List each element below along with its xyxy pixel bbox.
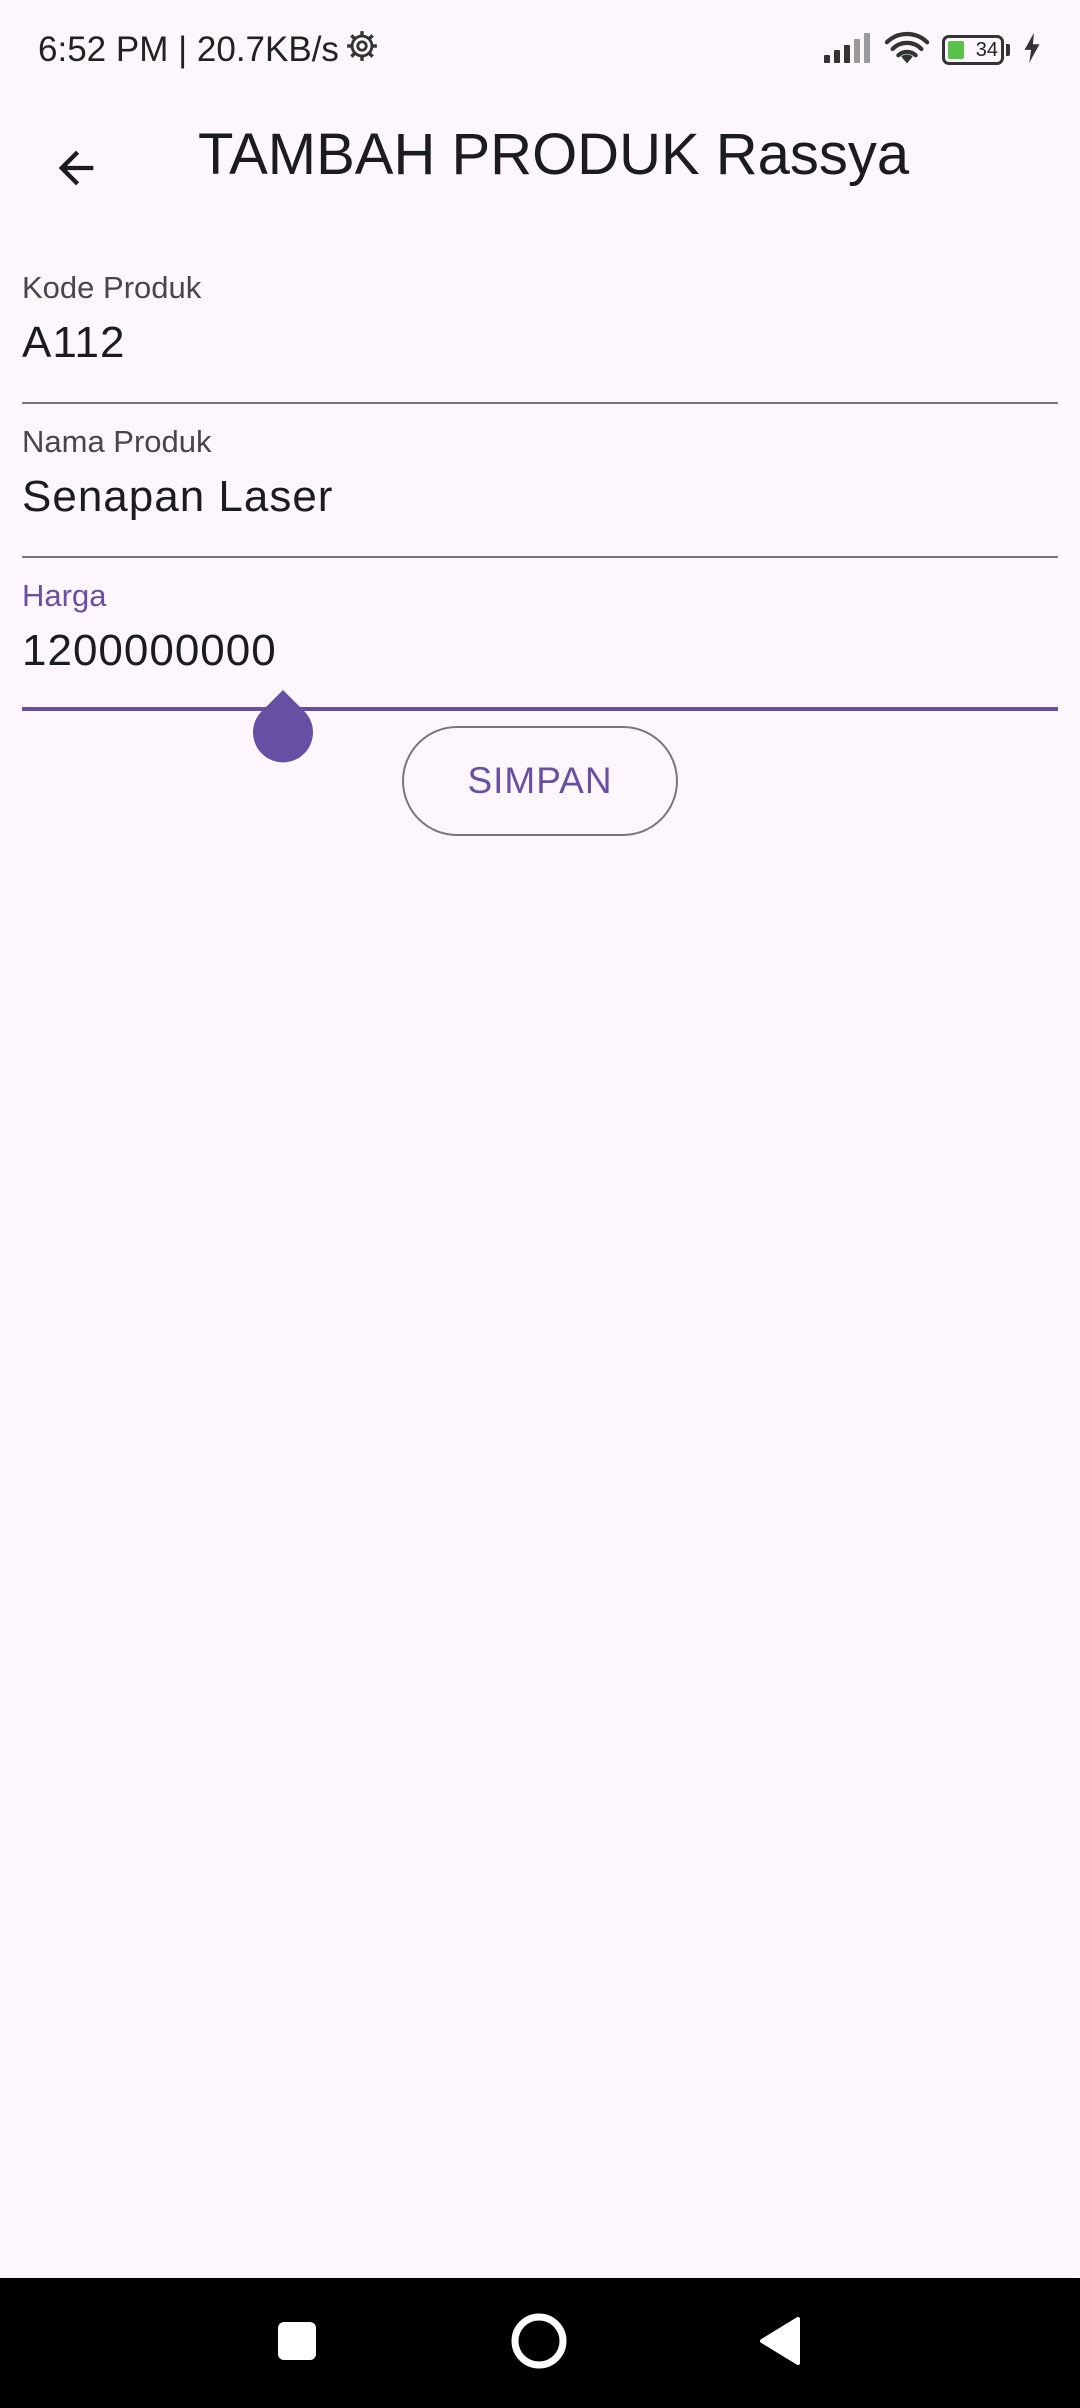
arrow-left-icon xyxy=(50,142,102,199)
nama-produk-input[interactable]: Senapan Laser xyxy=(22,472,1058,522)
save-button[interactable]: SIMPAN xyxy=(402,726,678,836)
battery-level: 34 xyxy=(975,38,998,61)
harga-underline xyxy=(22,707,1058,711)
nama-produk-field[interactable]: Nama Produk Senapan Laser xyxy=(22,422,1058,560)
signal-icon xyxy=(822,32,872,68)
harga-label: Harga xyxy=(22,578,107,613)
status-left: 6:52 PM | 20.7KB/s xyxy=(38,29,379,72)
page-title: TAMBAH PRODUK Rassya xyxy=(198,122,910,187)
circle-icon xyxy=(510,2312,568,2375)
home-button[interactable] xyxy=(469,2278,609,2408)
settings-gear-icon xyxy=(345,29,379,72)
charging-bolt-icon xyxy=(1022,32,1042,68)
screen: 6:52 PM | 20.7KB/s 34 TAMBAH PRODUK Rass… xyxy=(0,0,1080,2408)
square-icon xyxy=(276,2320,318,2367)
kode-produk-label: Kode Produk xyxy=(22,270,202,305)
harga-input[interactable]: 1200000000 xyxy=(22,626,1058,676)
text-cursor-handle[interactable] xyxy=(252,690,314,764)
recent-apps-button[interactable] xyxy=(227,2278,367,2408)
wifi-icon xyxy=(884,30,930,71)
system-back-button[interactable] xyxy=(710,2278,850,2408)
triangle-back-icon xyxy=(758,2316,802,2371)
back-button[interactable] xyxy=(28,122,124,218)
nama-produk-underline xyxy=(22,556,1058,558)
kode-produk-underline xyxy=(22,402,1058,404)
status-time-speed: 6:52 PM | 20.7KB/s xyxy=(38,30,339,69)
status-bar: 6:52 PM | 20.7KB/s 34 xyxy=(0,0,1080,100)
navigation-bar xyxy=(0,2278,1080,2408)
battery-fill xyxy=(948,41,964,59)
status-right: 34 xyxy=(822,30,1042,71)
battery-tip xyxy=(1006,44,1010,56)
nama-produk-label: Nama Produk xyxy=(22,424,212,459)
kode-produk-input[interactable]: A112 xyxy=(22,318,1058,368)
kode-produk-field[interactable]: Kode Produk A112 xyxy=(22,268,1058,406)
battery-icon: 34 xyxy=(942,35,1004,65)
harga-field[interactable]: Harga 1200000000 xyxy=(22,576,1058,716)
app-bar: TAMBAH PRODUK Rassya xyxy=(0,100,1080,204)
